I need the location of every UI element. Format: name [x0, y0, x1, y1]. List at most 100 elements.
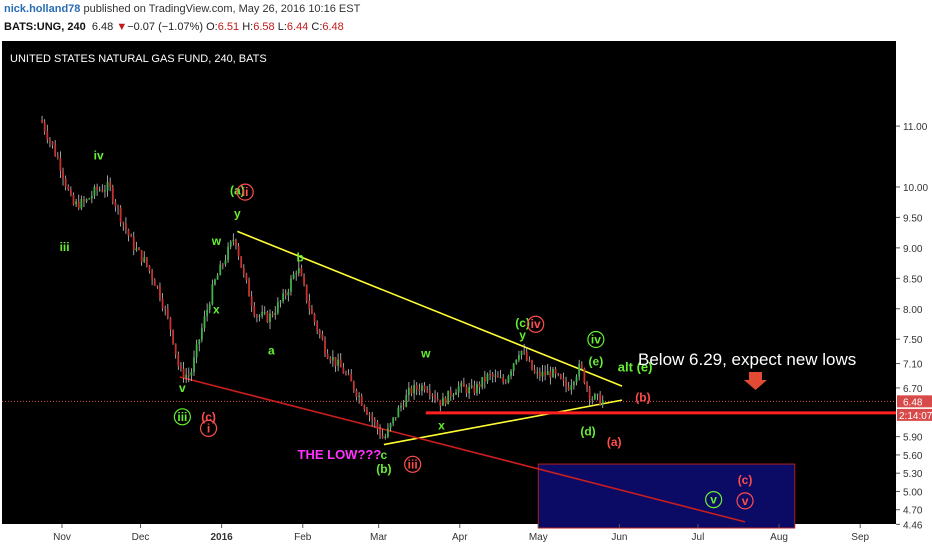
- candle-body: [148, 265, 151, 272]
- candle-body: [193, 357, 195, 372]
- candle-body: [172, 329, 174, 344]
- x-tick-label: Aug: [770, 532, 788, 543]
- candle-body: [339, 359, 342, 368]
- price-chart[interactable]: iiiivviii (c)i(a)iiywxbac(b) iiiTHE LOW???…: [0, 40, 932, 550]
- candle-body: [295, 273, 298, 275]
- candle-body: [235, 239, 237, 246]
- candle-body: [588, 387, 591, 400]
- candle-body: [470, 385, 473, 388]
- y-tick-label: 4.46: [903, 520, 923, 531]
- candle-body: [125, 223, 127, 230]
- candle-body: [538, 372, 541, 377]
- candle-body: [56, 155, 59, 159]
- candle-body: [352, 381, 355, 391]
- candle-body: [371, 415, 374, 420]
- candle-body: [111, 187, 114, 202]
- candle-body: [256, 315, 258, 317]
- author-link[interactable]: nick.holland78: [4, 3, 80, 15]
- last-price: 6.48: [91, 21, 114, 33]
- candle-body: [473, 385, 476, 394]
- candle-body: [132, 236, 135, 251]
- candle-body: [405, 394, 408, 407]
- candle-body: [387, 428, 389, 437]
- x-tick-label: May: [529, 532, 548, 543]
- open-label: O:: [206, 21, 218, 33]
- candle-body: [483, 376, 486, 382]
- candle-body: [198, 339, 201, 345]
- candle-body: [486, 373, 489, 382]
- candle-body: [240, 256, 243, 268]
- wave-label: y: [519, 328, 526, 342]
- y-tick-label: 5.00: [903, 487, 923, 498]
- x-tick-label: Feb: [294, 532, 312, 543]
- symbol-label[interactable]: BATS:UNG, 240: [4, 21, 86, 33]
- y-tick-label: 8.50: [903, 274, 923, 285]
- candle-body: [274, 312, 277, 316]
- candle-body: [565, 380, 567, 388]
- candle-body: [494, 375, 497, 377]
- candle-body: [497, 375, 499, 378]
- candle-body: [300, 267, 303, 276]
- y-tick-label: 7.10: [903, 360, 923, 371]
- high-value: 6.58: [253, 21, 275, 33]
- candle-body: [318, 330, 321, 335]
- candle-body: [51, 141, 54, 145]
- candle-body: [447, 390, 450, 405]
- candle-body: [269, 313, 271, 323]
- candle-body: [431, 395, 434, 397]
- candle-body: [557, 373, 560, 375]
- candle-body: [468, 387, 471, 394]
- candle-body: [360, 396, 363, 406]
- candle-body: [523, 350, 526, 352]
- candle-body: [106, 182, 109, 191]
- candle-body: [284, 293, 287, 296]
- candle-body: [261, 312, 264, 316]
- y-tick-label: 5.60: [903, 451, 923, 462]
- candle-body: [138, 248, 140, 251]
- candle-body: [313, 313, 316, 323]
- candle-body: [237, 245, 240, 257]
- y-tick-label: 8.00: [903, 305, 923, 316]
- candle-body: [570, 385, 573, 390]
- candle-body: [59, 158, 62, 171]
- candle-body: [502, 377, 505, 382]
- candle-body: [321, 334, 324, 340]
- low-label: L:: [277, 21, 287, 33]
- x-tick-label: Dec: [132, 532, 150, 543]
- x-tick-label: Apr: [452, 532, 468, 543]
- wave-label: iii: [408, 457, 418, 471]
- candle-body: [43, 122, 46, 132]
- candle-body: [122, 222, 125, 224]
- candle-body: [308, 300, 311, 309]
- candle-body: [546, 371, 549, 376]
- candle-body: [342, 367, 345, 374]
- wave-label: (b): [635, 390, 650, 404]
- candle-body: [206, 309, 209, 317]
- candle-body: [426, 389, 429, 392]
- candle-body: [452, 394, 455, 397]
- candle-body: [536, 372, 539, 374]
- y-tick-label: 11.00: [903, 122, 928, 133]
- candle-body: [397, 407, 400, 418]
- candle-body: [449, 390, 452, 397]
- candle-body: [180, 366, 182, 369]
- candle-body: [98, 189, 101, 191]
- candle-body: [552, 368, 554, 378]
- candle-body: [415, 384, 418, 390]
- candle-body: [200, 328, 203, 340]
- candle-body: [583, 368, 586, 384]
- ohlc-bar: BATS:UNG, 240 6.48 ▼−0.07 (−1.07%) O:6.5…: [4, 21, 344, 33]
- candle-body: [159, 286, 161, 299]
- candle-body: [203, 316, 206, 329]
- candle-body: [41, 119, 43, 123]
- candle-body: [303, 275, 305, 285]
- candle-body: [242, 267, 245, 274]
- candle-body: [130, 235, 133, 237]
- wave-label: iii: [177, 410, 187, 424]
- candle-body: [358, 396, 360, 398]
- candle-body: [434, 395, 436, 399]
- candle-body: [156, 285, 159, 287]
- candle-body: [481, 376, 484, 388]
- candle-body: [591, 399, 594, 401]
- change-value: −0.07 (−1.07%): [127, 21, 204, 33]
